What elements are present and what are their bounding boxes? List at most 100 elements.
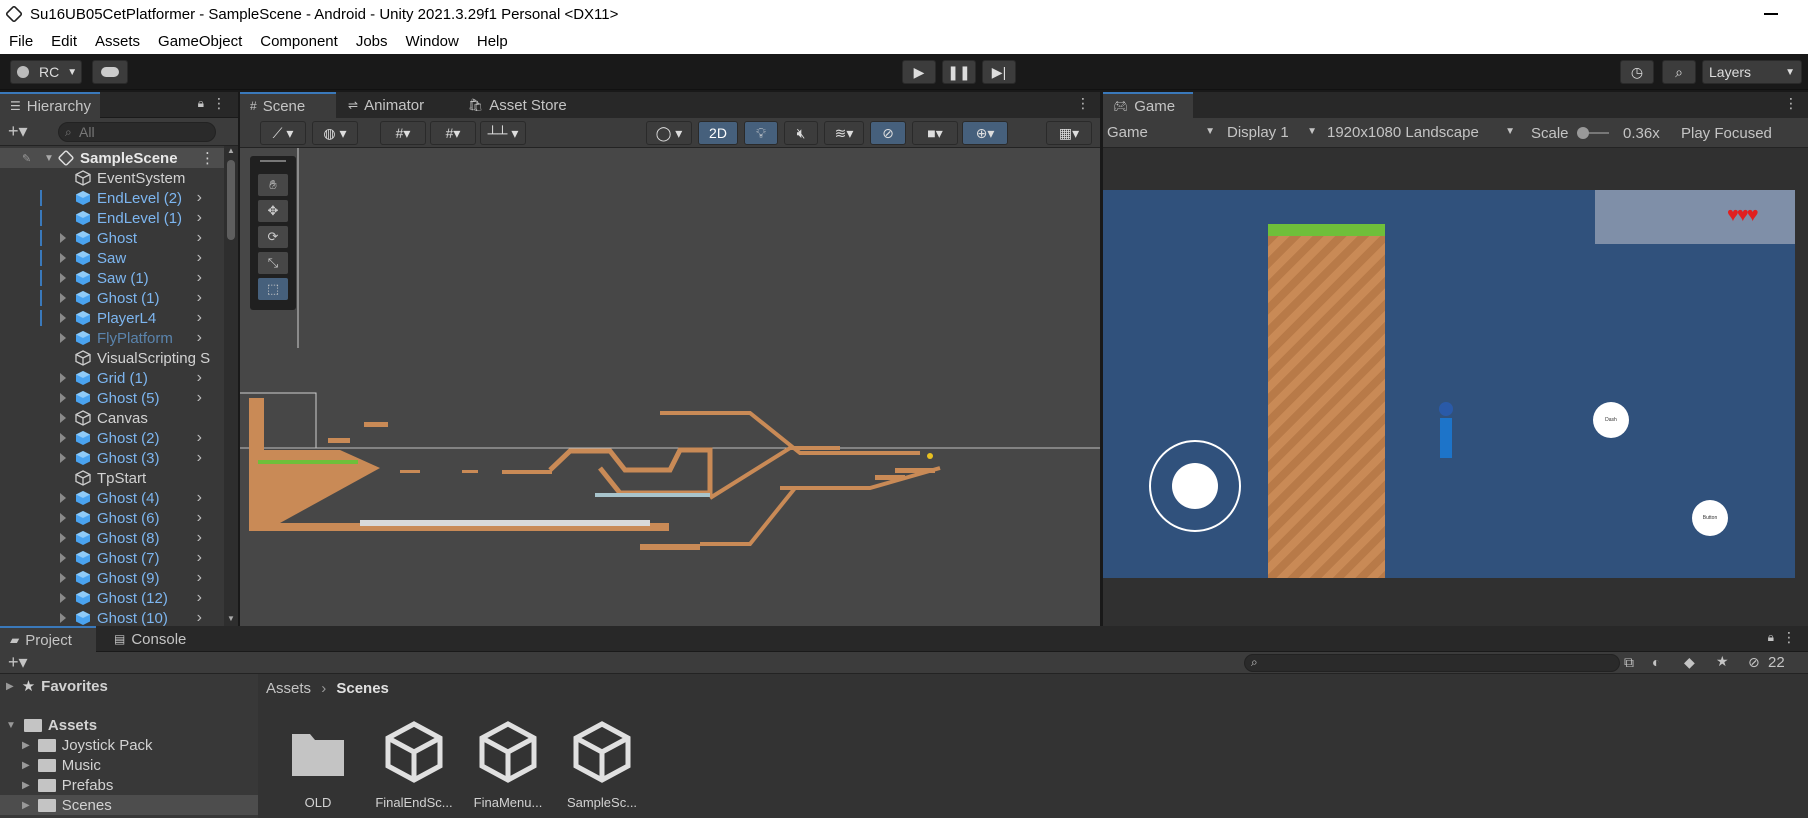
breadcrumb-assets[interactable]: Assets bbox=[266, 680, 311, 697]
resolution-dropdown[interactable]: 1920x1080 Landscape ▼ bbox=[1327, 124, 1515, 141]
chevron-right-icon[interactable] bbox=[60, 593, 66, 603]
hierarchy-item[interactable]: Ghost (8) › bbox=[0, 528, 224, 548]
hierarchy-item[interactable]: Ghost (9) › bbox=[0, 568, 224, 588]
menu-component[interactable]: Component bbox=[251, 33, 347, 50]
increment-snap-dropdown[interactable]: #▾ bbox=[430, 121, 476, 145]
tab-hierarchy[interactable]: ☰ Hierarchy bbox=[0, 92, 100, 118]
game-button[interactable]: Button bbox=[1692, 500, 1728, 536]
project-search-input[interactable]: ⌕ bbox=[1244, 654, 1620, 672]
account-dropdown[interactable]: RC ▼ bbox=[10, 60, 82, 84]
tab-console[interactable]: ▤ Console bbox=[104, 626, 196, 652]
hierarchy-item[interactable]: Grid (1) › bbox=[0, 368, 224, 388]
scene-viewport[interactable]: ✋︎ ✥ ⟳ ⤡ ⬚ bbox=[240, 148, 1100, 626]
menu-file[interactable]: File bbox=[0, 33, 42, 50]
undo-history-button[interactable]: ◷ bbox=[1620, 60, 1654, 84]
hierarchy-item[interactable]: Canvas bbox=[0, 408, 224, 428]
chevron-right-icon[interactable] bbox=[60, 373, 66, 383]
tab-project[interactable]: ▰ Project bbox=[0, 626, 96, 652]
game-viewport[interactable]: ♥♥♥ Dash Button bbox=[1103, 148, 1808, 626]
hand-tool-button[interactable]: ✋︎ bbox=[258, 174, 288, 196]
lock-icon[interactable]: 🔒︎ bbox=[198, 96, 204, 111]
chevron-down-icon[interactable]: ▼ bbox=[44, 153, 54, 164]
chevron-right-icon[interactable] bbox=[60, 233, 66, 243]
folder-row[interactable]: ▶ Prefabs bbox=[22, 775, 113, 795]
gizmos-dropdown[interactable]: ⊕▾ bbox=[962, 121, 1008, 145]
hierarchy-item[interactable]: Ghost (2) › bbox=[0, 428, 224, 448]
hierarchy-item[interactable]: Ghost (3) › bbox=[0, 448, 224, 468]
hierarchy-scroll-thumb[interactable] bbox=[227, 160, 235, 240]
favorites-row[interactable]: ▶ ★ Favorites bbox=[6, 676, 108, 696]
open-prefab-chevron-icon[interactable]: › bbox=[197, 609, 202, 626]
audio-toggle[interactable]: 🔇︎ bbox=[784, 121, 818, 145]
menu-window[interactable]: Window bbox=[397, 33, 468, 50]
open-prefab-chevron-icon[interactable]: › bbox=[197, 369, 202, 387]
hierarchy-item[interactable]: Ghost › bbox=[0, 228, 224, 248]
open-prefab-chevron-icon[interactable]: › bbox=[197, 309, 202, 327]
add-icon[interactable]: +▾ bbox=[8, 121, 28, 142]
more-icon[interactable]: ⋮ bbox=[1076, 95, 1090, 112]
lighting-toggle[interactable]: 💡︎ bbox=[744, 121, 778, 145]
favorite-star-icon[interactable]: ★ bbox=[1716, 653, 1729, 670]
more-icon[interactable]: ⋮ bbox=[200, 149, 215, 167]
effects-dropdown[interactable]: ≋▾ bbox=[824, 121, 864, 145]
hierarchy-item[interactable]: Ghost (10) › bbox=[0, 608, 224, 626]
tool-handle-dropdown[interactable]: ⟋ ▾ bbox=[260, 121, 306, 145]
chevron-right-icon[interactable] bbox=[60, 333, 66, 343]
hierarchy-item[interactable]: FlyPlatform › bbox=[0, 328, 224, 348]
chevron-right-icon[interactable] bbox=[60, 433, 66, 443]
hierarchy-item[interactable]: EndLevel (1) › bbox=[0, 208, 224, 228]
asset-item[interactable]: FinaMenu... bbox=[468, 720, 548, 810]
open-prefab-chevron-icon[interactable]: › bbox=[197, 569, 202, 587]
hierarchy-item[interactable]: Ghost (1) › bbox=[0, 288, 224, 308]
menu-gameobject[interactable]: GameObject bbox=[149, 33, 251, 50]
hierarchy-item[interactable]: Ghost (7) › bbox=[0, 548, 224, 568]
search-button[interactable]: ⌕ bbox=[1662, 60, 1696, 84]
scale-tool-button[interactable]: ⤡ bbox=[258, 252, 288, 274]
global-dropdown[interactable]: ◍ ▾ bbox=[312, 121, 358, 145]
open-prefab-chevron-icon[interactable]: › bbox=[197, 229, 202, 247]
game-mode-dropdown[interactable]: Game ▼ bbox=[1107, 124, 1215, 141]
open-prefab-chevron-icon[interactable]: › bbox=[197, 189, 202, 207]
menu-edit[interactable]: Edit bbox=[42, 33, 86, 50]
open-prefab-chevron-icon[interactable]: › bbox=[197, 589, 202, 607]
hierarchy-search-input[interactable]: ⌕ All bbox=[58, 122, 216, 142]
open-prefab-chevron-icon[interactable]: › bbox=[197, 429, 202, 447]
open-prefab-chevron-icon[interactable]: › bbox=[197, 389, 202, 407]
play-focused-dropdown[interactable]: Play Focused bbox=[1681, 125, 1772, 142]
label-filter-icon[interactable]: ◆ bbox=[1684, 654, 1695, 671]
hierarchy-item[interactable]: Ghost (6) › bbox=[0, 508, 224, 528]
hierarchy-item[interactable]: Saw (1) › bbox=[0, 268, 224, 288]
grid-snap-dropdown[interactable]: #▾ bbox=[380, 121, 426, 145]
breadcrumb-scenes[interactable]: Scenes bbox=[336, 680, 389, 697]
chevron-right-icon[interactable] bbox=[60, 513, 66, 523]
chevron-right-icon[interactable] bbox=[60, 573, 66, 583]
hierarchy-item[interactable]: EventSystem bbox=[0, 168, 224, 188]
open-prefab-chevron-icon[interactable]: › bbox=[197, 549, 202, 567]
open-prefab-chevron-icon[interactable]: › bbox=[197, 509, 202, 527]
asset-item[interactable]: FinalEndSc... bbox=[374, 720, 454, 810]
open-prefab-chevron-icon[interactable]: › bbox=[197, 269, 202, 287]
open-prefab-chevron-icon[interactable]: › bbox=[197, 449, 202, 467]
visibility-icon[interactable]: ✎ bbox=[22, 152, 31, 165]
folder-row[interactable]: ▶ Joystick Pack bbox=[22, 735, 153, 755]
joystick-ring[interactable] bbox=[1149, 440, 1241, 532]
open-prefab-chevron-icon[interactable]: › bbox=[197, 209, 202, 227]
tab-game[interactable]: 🎮︎ Game bbox=[1103, 92, 1193, 118]
hierarchy-item[interactable]: TpStart bbox=[0, 468, 224, 488]
open-prefab-chevron-icon[interactable]: › bbox=[197, 529, 202, 547]
chevron-right-icon[interactable] bbox=[60, 273, 66, 283]
lock-icon[interactable]: 🔒︎ bbox=[1768, 630, 1774, 645]
folder-row[interactable]: ▶ Music bbox=[22, 755, 101, 775]
open-prefab-chevron-icon[interactable]: › bbox=[197, 489, 202, 507]
hierarchy-item[interactable]: Ghost (5) › bbox=[0, 388, 224, 408]
hierarchy-scrollbar[interactable]: ▲ ▼ bbox=[224, 146, 238, 626]
tab-scene[interactable]: # Scene bbox=[240, 92, 336, 118]
minimize-icon[interactable] bbox=[1764, 13, 1778, 15]
assets-root-row[interactable]: ▼ Assets bbox=[6, 715, 97, 735]
dash-button[interactable]: Dash bbox=[1593, 402, 1629, 438]
hierarchy-item[interactable]: EndLevel (2) › bbox=[0, 188, 224, 208]
menu-jobs[interactable]: Jobs bbox=[347, 33, 397, 50]
toggle-2d-button[interactable]: 2D bbox=[698, 121, 738, 145]
rect-tool-button[interactable]: ⬚ bbox=[258, 278, 288, 300]
camera-dropdown[interactable]: ■▾ bbox=[912, 121, 958, 145]
